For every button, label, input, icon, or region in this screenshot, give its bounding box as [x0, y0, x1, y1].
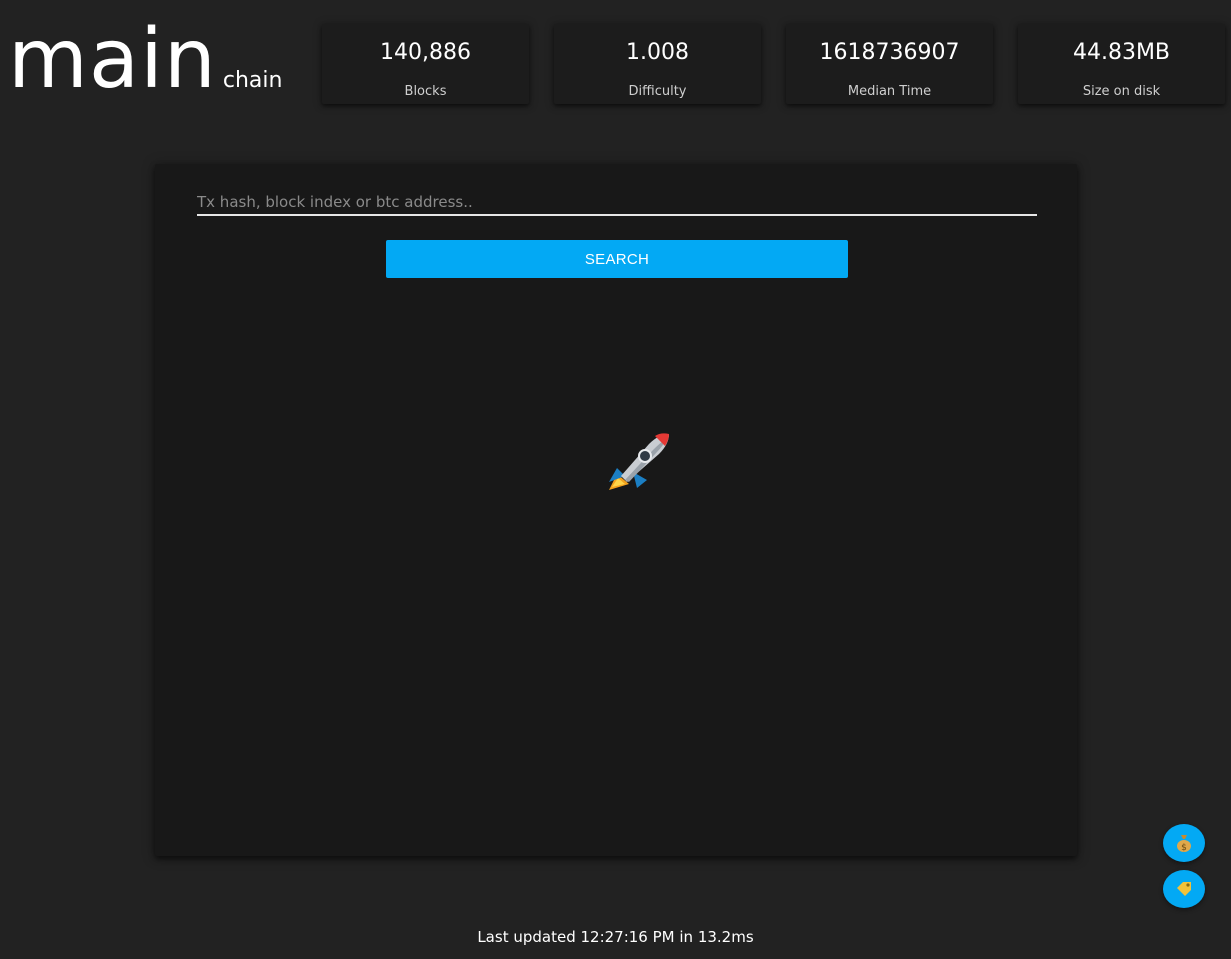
stat-value: 1618736907 [819, 40, 960, 65]
stat-value: 1.008 [626, 40, 689, 65]
stat-card-median-time: 1618736907 Median Time [786, 24, 993, 104]
svg-text:$: $ [1181, 843, 1187, 853]
stat-value: 140,886 [380, 40, 471, 65]
stat-label: Blocks [404, 84, 447, 99]
stat-value: 44.83MB [1072, 40, 1171, 65]
stat-card-difficulty: 1.008 Difficulty [554, 24, 761, 104]
stat-label: Difficulty [628, 84, 687, 99]
logo-main-text: main [8, 12, 217, 107]
app-logo: main chain [8, 10, 282, 110]
tag-button[interactable] [1163, 870, 1205, 908]
rocket-icon [609, 433, 669, 490]
search-button[interactable]: SEARCH [386, 240, 848, 278]
money-bag-icon: $ [1177, 835, 1191, 853]
stat-label: Size on disk [1082, 84, 1161, 99]
logo-sub-text: chain [222, 68, 283, 93]
search-panel: SEARCH [155, 164, 1077, 856]
stat-label: Median Time [847, 84, 932, 99]
stat-card-size-on-disk: 44.83MB Size on disk [1018, 24, 1225, 104]
donate-button[interactable]: $ [1163, 824, 1205, 862]
tag-icon [1177, 882, 1191, 896]
search-input[interactable] [197, 190, 1037, 216]
last-updated-text: Last updated 12:27:16 PM in 13.2ms [477, 928, 754, 946]
stat-card-blocks: 140,886 Blocks [322, 24, 529, 104]
